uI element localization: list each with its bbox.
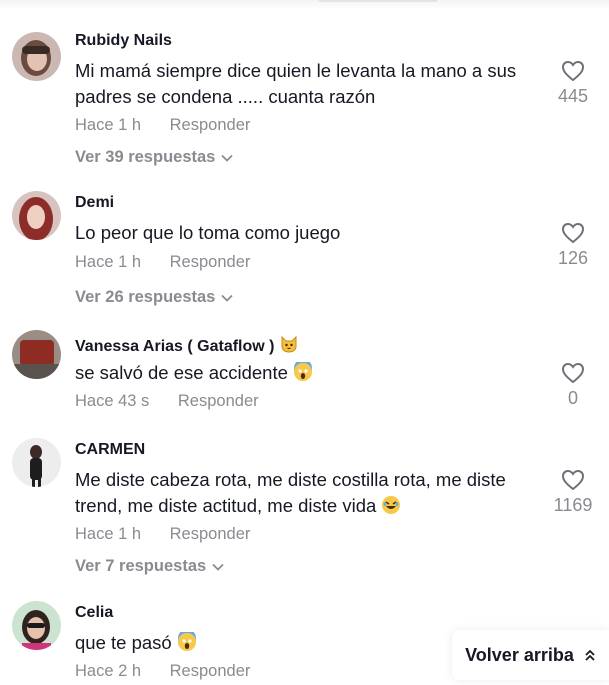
chevron-down-icon — [221, 294, 233, 302]
cat-face-icon — [281, 335, 297, 353]
view-replies-button[interactable]: Ver 7 respuestas — [75, 557, 224, 576]
comment-meta: Hace 43 s Responder — [75, 392, 259, 411]
comment-time: Hace 1 h — [75, 116, 142, 134]
avatar-image — [12, 601, 61, 650]
comment-text-content: Me diste cabeza rota, me diste costilla … — [75, 469, 506, 516]
comment-text: Mi mamá siempre dice quien le levanta la… — [75, 60, 517, 107]
avatar-image — [12, 191, 61, 240]
comment-meta: Hace 1 h Responder — [75, 253, 250, 272]
comment-username[interactable]: Vanessa Arias ( Gataflow ) — [75, 334, 299, 356]
reply-button[interactable]: Responder — [178, 392, 259, 410]
like-count: 445 — [557, 86, 589, 106]
reply-button[interactable]: Responder — [170, 525, 251, 543]
top-fade — [0, 0, 609, 10]
like-control[interactable]: 0 — [545, 362, 601, 409]
comment-time: Hace 1 h — [75, 253, 142, 271]
comment-username[interactable]: Celia — [75, 604, 113, 622]
reply-button[interactable]: Responder — [170, 662, 251, 680]
comment-meta: Hace 1 h Responder — [75, 525, 250, 544]
like-count: 126 — [557, 248, 589, 268]
avatar-image — [12, 438, 61, 487]
avatar[interactable] — [12, 32, 61, 81]
rolling-laughing-face-icon — [382, 496, 401, 514]
top-fade-sliver — [318, 0, 438, 2]
view-replies-button[interactable]: Ver 26 respuestas — [75, 288, 233, 307]
like-count: 1169 — [553, 495, 593, 515]
avatar-image — [12, 32, 61, 81]
comment-username[interactable]: Demi — [75, 194, 114, 212]
view-replies-label: Ver 39 respuestas — [75, 148, 216, 166]
comment-username-text: Vanessa Arias ( Gataflow ) — [75, 338, 275, 355]
avatar[interactable] — [12, 191, 61, 240]
heart-icon[interactable] — [561, 469, 585, 491]
view-replies-button[interactable]: Ver 39 respuestas — [75, 148, 233, 167]
comment-username[interactable]: CARMEN — [75, 441, 145, 459]
comment-text: Me diste cabeza rota, me diste costilla … — [75, 467, 535, 519]
like-control[interactable]: 445 — [545, 60, 601, 107]
like-count: 0 — [567, 388, 578, 408]
avatar-image — [12, 330, 61, 379]
comment-time: Hace 1 h — [75, 525, 142, 543]
comment-text-content: se salvó de ese accidente — [75, 362, 288, 383]
comment-text: Lo peor que lo toma como juego — [75, 222, 341, 243]
like-control[interactable]: 126 — [545, 222, 601, 269]
comment-time: Hace 2 h — [75, 662, 142, 680]
reply-button[interactable]: Responder — [170, 116, 251, 134]
comment-meta: Hace 1 h Responder — [75, 116, 250, 135]
heart-icon[interactable] — [561, 60, 585, 82]
screaming-face-icon — [177, 632, 196, 651]
avatar[interactable] — [12, 438, 61, 487]
chevron-down-icon — [212, 563, 224, 571]
chevron-down-icon — [221, 154, 233, 162]
avatar[interactable] — [12, 601, 61, 650]
back-to-top-button[interactable]: Volver arriba — [452, 630, 609, 680]
reply-button[interactable]: Responder — [170, 253, 251, 271]
view-replies-label: Ver 26 respuestas — [75, 288, 216, 306]
heart-icon[interactable] — [561, 362, 585, 384]
comment-text-content: que te pasó — [75, 632, 172, 653]
heart-icon[interactable] — [561, 222, 585, 244]
view-replies-label: Ver 7 respuestas — [75, 557, 207, 575]
avatar[interactable] — [12, 330, 61, 379]
back-to-top-label: Volver arriba — [465, 644, 574, 665]
comment-meta: Hace 2 h Responder — [75, 662, 250, 681]
double-chevron-up-icon — [585, 649, 595, 661]
comment-time: Hace 43 s — [75, 392, 150, 410]
screaming-face-icon — [294, 362, 313, 381]
comment-username[interactable]: Rubidy Nails — [75, 32, 172, 50]
comment-text: se salvó de ese accidente — [75, 360, 535, 386]
like-control[interactable]: 1169 — [545, 469, 601, 516]
